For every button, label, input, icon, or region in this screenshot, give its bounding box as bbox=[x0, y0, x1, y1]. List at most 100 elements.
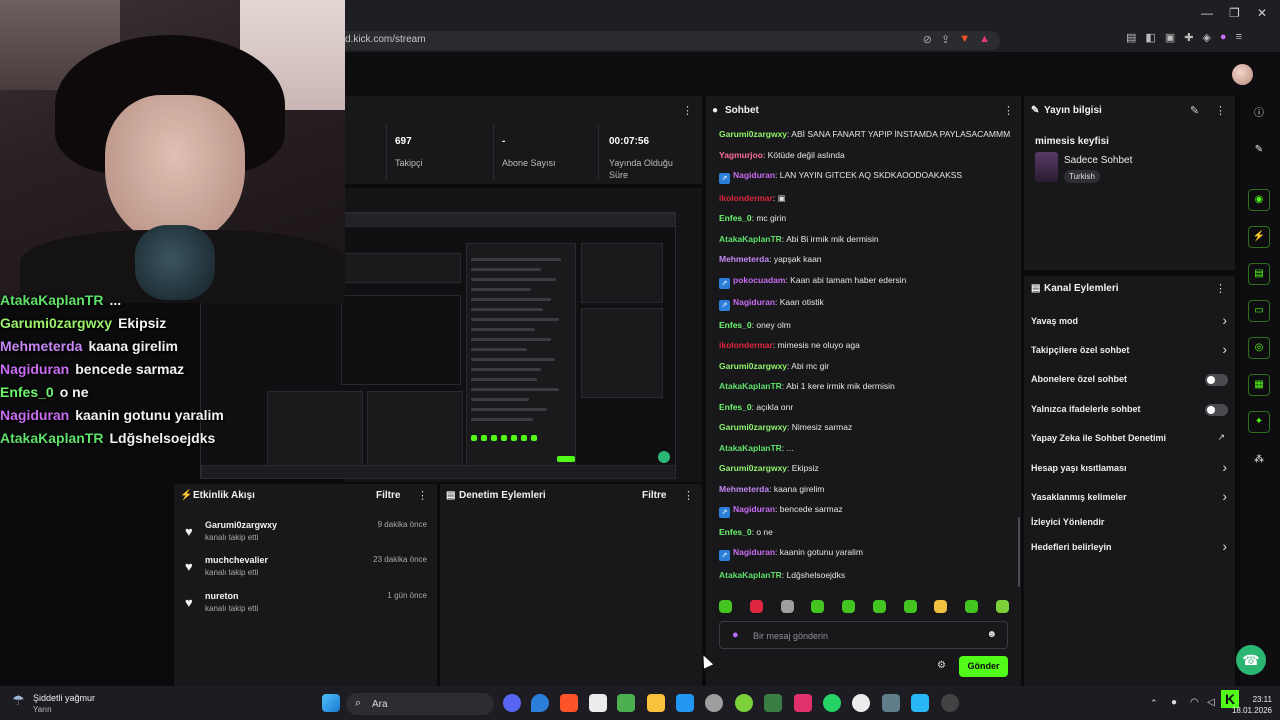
edit-icon[interactable]: ✎ bbox=[1190, 104, 1199, 117]
chat-username[interactable]: Enfes_0 bbox=[719, 527, 752, 537]
drop-icon[interactable] bbox=[531, 694, 549, 712]
chat-username[interactable]: AtakaKaplanTR bbox=[719, 570, 782, 580]
support-float-button[interactable]: ☎ bbox=[1236, 645, 1266, 675]
chat-username[interactable]: Garumi0zargwxy bbox=[719, 463, 787, 473]
address-text[interactable]: d.kick.com/stream bbox=[345, 34, 426, 45]
chat-username[interactable]: AtakaKaplanTR bbox=[719, 381, 782, 391]
event-user[interactable]: muchchevalier bbox=[205, 555, 268, 565]
channel-action-item[interactable]: Yalnızca ifadelerle sohbet bbox=[1031, 402, 1229, 418]
mute-tab-icon[interactable]: ⊘ bbox=[923, 33, 932, 46]
emote-button[interactable] bbox=[842, 600, 856, 613]
obs-icon[interactable] bbox=[941, 694, 959, 712]
toggle-switch[interactable] bbox=[1205, 404, 1228, 416]
broadcast-icon[interactable]: ◎ bbox=[1248, 337, 1270, 359]
channel-action-item[interactable]: Yasaklanmış kelimeler › bbox=[1031, 488, 1229, 506]
close-window-button[interactable]: ✕ bbox=[1257, 6, 1267, 20]
camera-icon[interactable]: ◉ bbox=[1248, 189, 1270, 211]
emote-button[interactable] bbox=[811, 600, 825, 613]
chat-input[interactable]: ● Bir mesaj gönderin ☻ bbox=[719, 621, 1008, 649]
minecraft-icon[interactable] bbox=[617, 694, 635, 712]
activity-filter-button[interactable]: Filtre bbox=[376, 490, 400, 501]
gallery-icon[interactable] bbox=[764, 694, 782, 712]
channel-action-item[interactable]: Abonelere özel sohbet bbox=[1031, 372, 1229, 388]
chat-username[interactable]: Nagiduran bbox=[733, 504, 775, 514]
avatar[interactable] bbox=[1232, 64, 1253, 85]
puzzle-icon[interactable]: ✚ bbox=[1184, 31, 1193, 44]
tools-icon[interactable]: ✦ bbox=[1248, 411, 1270, 433]
emote-button[interactable] bbox=[995, 600, 1009, 613]
chat-username[interactable]: Enfes_0 bbox=[719, 213, 752, 223]
event-user[interactable]: nureton bbox=[205, 591, 239, 601]
emote-button[interactable] bbox=[749, 600, 763, 613]
chat-username[interactable]: Enfes_0 bbox=[719, 320, 752, 330]
tray-mic-icon[interactable]: ● bbox=[1171, 697, 1177, 708]
address-bar[interactable]: d.kick.com/stream ⊘ ⇪ ▼ ▲ bbox=[335, 31, 1000, 50]
channel-action-item[interactable]: Takipçilere özel sohbet › bbox=[1031, 341, 1229, 359]
xbox-icon[interactable] bbox=[735, 694, 753, 712]
lightning-icon[interactable]: ⚡ bbox=[1248, 226, 1270, 248]
wallet-icon[interactable]: ▣ bbox=[1165, 31, 1175, 44]
gear-icon[interactable]: ⚙ bbox=[937, 660, 946, 671]
maximize-button[interactable]: ❐ bbox=[1229, 6, 1240, 20]
brave-shield-icon[interactable]: ▼ bbox=[959, 33, 970, 46]
minimize-button[interactable]: — bbox=[1201, 6, 1213, 20]
menu-icon[interactable]: ≡ bbox=[1236, 31, 1242, 44]
chat-username[interactable]: Nagiduran bbox=[733, 547, 775, 557]
microphone-icon[interactable]: ● bbox=[732, 629, 739, 641]
more-icon[interactable]: ⋮ bbox=[417, 489, 428, 502]
chat-username[interactable]: Garumi0zargwxy bbox=[719, 129, 787, 139]
more-icon[interactable]: ⋮ bbox=[1215, 282, 1226, 295]
chat-username[interactable]: ikolondermar bbox=[719, 340, 773, 350]
taskbar-search[interactable]: ⌕ Ara bbox=[346, 693, 494, 715]
event-user[interactable]: Garumi0zargwxy bbox=[205, 520, 277, 530]
channel-action-item[interactable]: Hedefleri belirleyin › bbox=[1031, 538, 1229, 556]
whatsapp-icon[interactable] bbox=[823, 694, 841, 712]
emote-button[interactable] bbox=[780, 600, 794, 613]
brave-rewards-icon[interactable]: ▲ bbox=[979, 33, 990, 46]
share-nodes-icon[interactable]: ⁂ bbox=[1248, 450, 1270, 472]
category-name[interactable]: Sadece Sohbet bbox=[1064, 155, 1132, 166]
chat-username[interactable]: pokocuadam bbox=[733, 275, 785, 285]
chat-icon[interactable]: ▭ bbox=[1248, 300, 1270, 322]
weather-title[interactable]: Şiddetli yağmur bbox=[33, 693, 95, 703]
tray-chevron-icon[interactable]: ⌃ bbox=[1150, 698, 1158, 709]
channel-action-item[interactable]: Yavaş mod › bbox=[1031, 312, 1229, 330]
instagram-icon[interactable] bbox=[794, 694, 812, 712]
chat-username[interactable]: Mehmeterda bbox=[719, 254, 769, 264]
chat-username[interactable]: AtakaKaplanTR bbox=[719, 443, 782, 453]
chat-username[interactable]: ikolondermar bbox=[719, 193, 773, 203]
more-icon[interactable]: ⋮ bbox=[683, 489, 694, 502]
discord-icon[interactable] bbox=[503, 694, 521, 712]
sidebar-icon[interactable]: ◧ bbox=[1145, 31, 1155, 44]
emoji-icon[interactable]: ☻ bbox=[986, 629, 997, 640]
profile-icon[interactable]: ● bbox=[1220, 31, 1227, 44]
windows-start-icon[interactable] bbox=[322, 694, 340, 712]
emote-button[interactable] bbox=[903, 600, 917, 613]
brave-icon[interactable] bbox=[560, 694, 578, 712]
emote-button[interactable] bbox=[719, 600, 732, 613]
channel-action-item[interactable]: Yapay Zeka ile Sohbet Denetimi ↗ bbox=[1031, 431, 1229, 447]
shield-icon[interactable] bbox=[705, 694, 723, 712]
pencil-icon[interactable]: ✎ bbox=[1248, 140, 1270, 162]
channel-action-item[interactable]: Hesap yaşı kısıtlaması › bbox=[1031, 459, 1229, 477]
more-icon[interactable]: ⋮ bbox=[1215, 104, 1226, 117]
moderation-filter-button[interactable]: Filtre bbox=[642, 490, 666, 501]
chat-username[interactable]: Yagmurjoo bbox=[719, 150, 763, 160]
more-icon[interactable]: ⋮ bbox=[1003, 104, 1014, 117]
chat-username[interactable]: AtakaKaplanTR bbox=[719, 234, 782, 244]
chat-username[interactable]: Enfes_0 bbox=[719, 402, 752, 412]
emote-button[interactable] bbox=[965, 600, 979, 613]
chat-scrollbar[interactable] bbox=[1018, 517, 1020, 587]
channel-action-item[interactable]: İzleyici Yönlendir bbox=[1031, 515, 1229, 531]
mouse-icon[interactable] bbox=[852, 694, 870, 712]
taskbar-clock[interactable]: 23:11 18.01.2026 bbox=[1232, 694, 1272, 716]
send-button[interactable]: Gönder bbox=[959, 656, 1008, 677]
layout-icon[interactable]: ▦ bbox=[1248, 374, 1270, 396]
chat-username[interactable]: Garumi0zargwxy bbox=[719, 422, 787, 432]
emote-button[interactable] bbox=[872, 600, 886, 613]
tray-wifi-icon[interactable]: ◠ bbox=[1190, 697, 1199, 708]
network-icon[interactable] bbox=[911, 694, 929, 712]
weather-icon[interactable]: ☂ bbox=[12, 692, 25, 709]
window-icon[interactable] bbox=[882, 694, 900, 712]
chat-username[interactable]: Mehmeterda bbox=[719, 484, 769, 494]
